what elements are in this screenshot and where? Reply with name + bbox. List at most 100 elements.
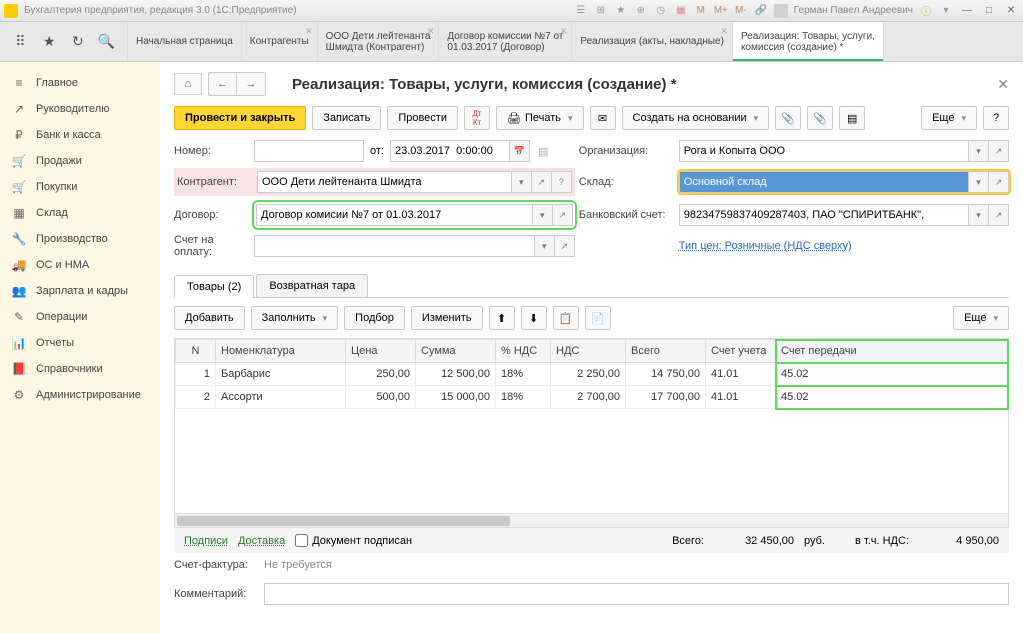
page-close-icon[interactable]: ✕ <box>997 76 1009 93</box>
contract-input[interactable] <box>256 204 533 226</box>
back-button[interactable]: ← <box>209 73 237 95</box>
help-icon[interactable]: ? <box>552 171 572 193</box>
counterparty-input[interactable] <box>257 171 512 193</box>
copy-button[interactable]: 📋 <box>553 306 579 330</box>
tab-close-icon[interactable]: ✕ <box>305 26 313 37</box>
table-more-button[interactable]: Еще <box>953 306 1009 330</box>
col-transfer[interactable]: Счет передачи <box>776 340 1008 363</box>
toolbar-icon-5[interactable]: ◷ <box>654 4 668 18</box>
open-icon[interactable]: ↗ <box>989 204 1009 226</box>
m-icon-1[interactable]: M <box>694 4 708 18</box>
doc-signed-checkbox[interactable] <box>295 534 308 547</box>
tab-goods[interactable]: Товары (2) <box>174 275 254 298</box>
open-icon[interactable]: ↗ <box>989 171 1009 193</box>
price-type-link[interactable]: Тип цен: Розничные (НДС сверху) <box>679 240 852 252</box>
tab-close-icon[interactable]: ✕ <box>720 26 728 37</box>
tab-close-icon[interactable]: ✕ <box>427 26 435 37</box>
email-button[interactable]: ✉ <box>590 106 616 130</box>
attach-button[interactable]: 📎 <box>807 106 833 130</box>
paste-button[interactable]: 📄 <box>585 306 611 330</box>
apps-icon[interactable]: ⠿ <box>10 32 30 52</box>
sidebar-item-bank[interactable]: ₽Банк и касса <box>0 122 160 148</box>
minimize-button[interactable]: — <box>959 4 975 18</box>
table-row[interactable]: 2 Ассорти 500,00 15 000,00 18% 2 700,00 … <box>176 386 1008 409</box>
help-button[interactable]: ? <box>983 106 1009 130</box>
tab-company[interactable]: ООО Дети лейтенантаШмидта (Контрагент)✕ <box>318 22 440 61</box>
open-icon[interactable]: ↗ <box>989 140 1009 162</box>
info-icon[interactable]: ⓘ <box>919 4 933 18</box>
pick-button[interactable]: Подбор <box>344 306 405 330</box>
sidebar-item-operations[interactable]: ✎Операции <box>0 304 160 330</box>
comment-input[interactable] <box>264 583 1009 605</box>
dropdown-icon[interactable]: ▾ <box>969 140 989 162</box>
signatures-link[interactable]: Подписи <box>184 535 228 547</box>
org-input[interactable] <box>679 140 969 162</box>
col-name[interactable]: Номенклатура <box>216 340 346 363</box>
post-button[interactable]: Провести <box>387 106 458 130</box>
search-icon[interactable]: 🔍 <box>97 32 117 52</box>
toolbar-icon-2[interactable]: ⊞ <box>594 4 608 18</box>
sidebar-item-manager[interactable]: ↗Руководителю <box>0 96 160 122</box>
tab-start[interactable]: Начальная страница <box>128 22 242 61</box>
number-input[interactable] <box>254 140 364 162</box>
table-row[interactable]: 1 Барбарис 250,00 12 500,00 18% 2 250,00… <box>176 363 1008 386</box>
move-down-button[interactable]: ⬇ <box>521 306 547 330</box>
toolbar-icon-4[interactable]: ⊕ <box>634 4 648 18</box>
sidebar-item-main[interactable]: ≡Главное <box>0 70 160 96</box>
warehouse-input[interactable]: Основной склад <box>679 171 969 193</box>
close-button[interactable]: ✕ <box>1003 4 1019 18</box>
calendar-icon[interactable]: 📅 <box>510 140 530 162</box>
sidebar-item-purchases[interactable]: 🛒Покупки <box>0 174 160 200</box>
col-total[interactable]: Всего <box>626 340 706 363</box>
open-icon[interactable]: ↗ <box>553 204 573 226</box>
change-button[interactable]: Изменить <box>411 306 483 330</box>
m-icon-2[interactable]: M+ <box>714 4 728 18</box>
sidebar-item-reports[interactable]: 📊Отчеты <box>0 330 160 356</box>
sidebar-item-hr[interactable]: 👥Зарплата и кадры <box>0 278 160 304</box>
col-n[interactable]: N <box>176 340 216 363</box>
dropdown-icon[interactable]: ▾ <box>969 171 989 193</box>
add-button[interactable]: Добавить <box>174 306 245 330</box>
col-vat-pct[interactable]: % НДС <box>496 340 551 363</box>
dropdown-icon[interactable]: ▾ <box>533 204 553 226</box>
toolbar-icon-3[interactable]: ★ <box>614 4 628 18</box>
col-vat[interactable]: НДС <box>551 340 626 363</box>
open-icon[interactable]: ↗ <box>532 171 552 193</box>
open-icon[interactable]: ↗ <box>555 235 575 257</box>
write-button[interactable]: Записать <box>312 106 381 130</box>
link-icon[interactable]: 🔗 <box>754 4 768 18</box>
star-icon[interactable]: ★ <box>39 32 59 52</box>
dropdown-icon[interactable]: ▾ <box>939 4 953 18</box>
col-sum[interactable]: Сумма <box>416 340 496 363</box>
dropdown-icon[interactable]: ▾ <box>512 171 532 193</box>
col-price[interactable]: Цена <box>346 340 416 363</box>
maximize-button[interactable]: □ <box>981 4 997 18</box>
tab-realization-create[interactable]: Реализация: Товары, услуги,комиссия (соз… <box>733 22 884 61</box>
sidebar-item-sales[interactable]: 🛒Продажи <box>0 148 160 174</box>
dropdown-icon[interactable]: ▾ <box>969 204 989 226</box>
sidebar-item-production[interactable]: 🔧Производство <box>0 226 160 252</box>
more-button[interactable]: Еще <box>921 106 977 130</box>
create-based-button[interactable]: Создать на основании <box>622 106 770 130</box>
dropdown-icon[interactable]: ▾ <box>535 235 555 257</box>
link-button[interactable]: 📎 <box>775 106 801 130</box>
col-acc[interactable]: Счет учета <box>706 340 776 363</box>
forward-button[interactable]: → <box>237 73 265 95</box>
horizontal-scrollbar[interactable] <box>175 513 1008 527</box>
bank-input[interactable] <box>679 204 969 226</box>
sidebar-item-assets[interactable]: 🚚ОС и НМА <box>0 252 160 278</box>
delivery-link[interactable]: Доставка <box>238 535 285 547</box>
payment-acc-input[interactable] <box>254 235 535 257</box>
tab-contract[interactable]: Договор комиссии №7 от01.03.2017 (Догово… <box>439 22 572 61</box>
print-button[interactable]: 🖨Печать <box>496 106 584 130</box>
fill-button[interactable]: Заполнить <box>251 306 339 330</box>
move-up-button[interactable]: ⬆ <box>489 306 515 330</box>
post-close-button[interactable]: Провести и закрыть <box>174 106 306 130</box>
toolbar-icon-1[interactable]: ☰ <box>574 4 588 18</box>
movements-button[interactable]: ДтКт <box>464 106 490 130</box>
sidebar-item-catalogs[interactable]: 📕Справочники <box>0 356 160 382</box>
tab-realization-list[interactable]: Реализация (акты, накладные)✕ <box>572 22 733 61</box>
tab-counterparties[interactable]: Контрагенты✕ <box>242 22 318 61</box>
tab-close-icon[interactable]: ✕ <box>560 26 568 37</box>
date-input[interactable] <box>390 140 510 162</box>
